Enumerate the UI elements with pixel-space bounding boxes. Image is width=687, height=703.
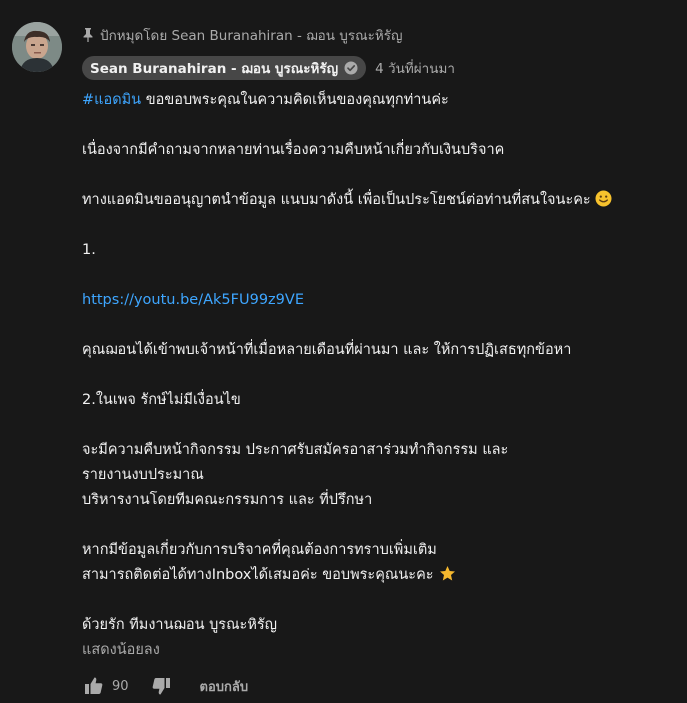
thumbs-up-icon[interactable] — [82, 674, 106, 698]
comment-line: รายงานงบประมาณ — [82, 467, 204, 483]
comment-line: 2.ในเพจ รักษ์ไม่มีเงื่อนไข — [82, 392, 241, 408]
pinned-text: ปักหมุดโดย Sean Buranahiran - ฌอน บูรณะห… — [100, 28, 403, 44]
author-avatar[interactable] — [12, 22, 62, 72]
show-less-button[interactable]: แสดงน้อยลง — [82, 638, 160, 661]
comment-line: จะมีความคืบหน้ากิจกรรม ประกาศรับสมัครอาส… — [82, 442, 509, 458]
smiling-face-emoji — [595, 190, 612, 207]
comment-text: ขอขอบพระคุณในความคิดเห็นของคุณทุกท่านค่ะ — [141, 92, 449, 108]
comment-timestamp[interactable]: 4 วันที่ผ่านมา — [375, 57, 455, 79]
comment-line: เนื่องจากมีคำถามจากหลายท่านเรื่องความคืบ… — [82, 142, 505, 158]
comment-line: คุณฌอนได้เข้าพบเจ้าหน้าที่เมื่อหลายเดือน… — [82, 342, 572, 358]
comment-text: ทางแอดมินขออนุญาตนำข้อมูล แนบมาดังนี้ เพ… — [82, 192, 591, 208]
pinned-label: ปักหมุดโดย Sean Buranahiran - ฌอน บูรณะห… — [82, 24, 403, 46]
comment-line: ทางแอดมินขออนุญาตนำข้อมูล แนบมาดังนี้ เพ… — [82, 188, 682, 213]
star-emoji — [439, 565, 456, 582]
comment-text: สามารถติดต่อได้ทางInboxได้เสมอค่ะ ขอบพระ… — [82, 567, 434, 583]
youtube-link[interactable]: https://youtu.be/Ak5FU99z9VE — [82, 292, 304, 308]
author-name: Sean Buranahiran - ฌอน บูรณะหิรัญ — [90, 61, 339, 77]
comment-line: 1. — [82, 242, 96, 258]
thumbs-down-icon[interactable] — [149, 674, 173, 698]
comment-line: https://youtu.be/Ak5FU99z9VE — [82, 288, 682, 313]
comment-line: บริหารงานโดยทีมคณะกรรมการ และ ที่ปรึกษา — [82, 492, 373, 508]
comment-header: Sean Buranahiran - ฌอน บูรณะหิรัญ 4 วันท… — [82, 55, 455, 81]
comment-line: ด้วยรัก ทีมงานฌอน บูรณะหิรัญ — [82, 617, 278, 633]
reply-button[interactable]: ตอบกลับ — [200, 676, 249, 697]
like-count: 90 — [112, 678, 129, 694]
hashtag-link[interactable]: #แอดมิน — [82, 92, 141, 108]
comment-line: #แอดมิน ขอขอบพระคุณในความคิดเห็นของคุณทุ… — [82, 88, 682, 113]
comment-body: #แอดมิน ขอขอบพระคุณในความคิดเห็นของคุณทุ… — [82, 88, 682, 638]
comment-line: หากมีข้อมูลเกี่ยวกับการบริจาคที่คุณต้องก… — [82, 542, 437, 558]
comment-actions: 90 ตอบกลับ — [82, 674, 248, 698]
comment-line: สามารถติดต่อได้ทางInboxได้เสมอค่ะ ขอบพระ… — [82, 563, 682, 588]
author-name-chip[interactable]: Sean Buranahiran - ฌอน บูรณะหิรัญ — [82, 56, 367, 80]
pin-icon — [82, 27, 94, 43]
verified-check-icon — [344, 61, 358, 75]
avatar-image — [12, 22, 62, 72]
